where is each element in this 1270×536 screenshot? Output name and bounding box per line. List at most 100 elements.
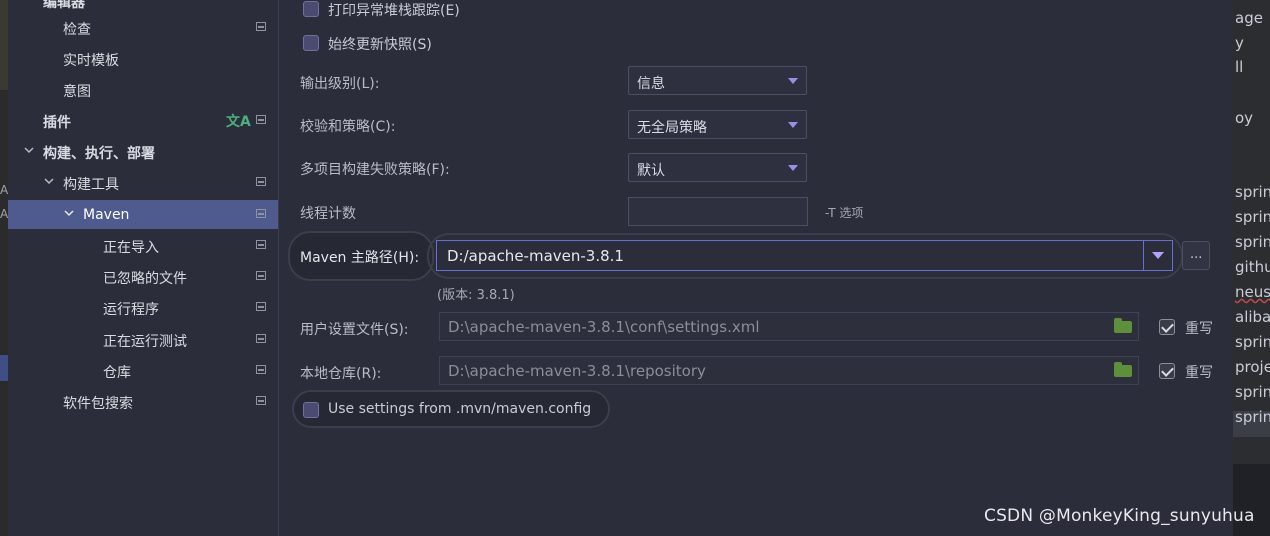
tree-item-ignored-files[interactable]: 已忽略的文件: [8, 262, 278, 291]
tree-item-label: 意图: [63, 84, 91, 100]
tree-item-intentions[interactable]: 意图: [8, 75, 278, 104]
project-level-icon: [256, 177, 266, 186]
maven-version-text: (版本: 3.8.1): [437, 288, 515, 303]
output-level-label: 输出级别(L):: [300, 76, 380, 92]
always-update-snapshots-label: 始终更新快照(S): [328, 37, 432, 53]
tree-item-label: 正在运行测试: [103, 334, 187, 350]
chevron-down-icon[interactable]: [43, 175, 55, 187]
background-code-fragment: oy: [1235, 109, 1254, 127]
background-code-fragment: sprin: [1235, 233, 1270, 251]
project-level-icon: [256, 365, 266, 374]
maven-home-dropdown-button[interactable]: [1143, 241, 1172, 270]
print-stack-traces-label: 打印异常堆栈跟踪(E): [328, 3, 460, 19]
local-repository-override-checkbox[interactable]: [1159, 363, 1175, 379]
tree-item-runner[interactable]: 运行程序: [8, 293, 278, 322]
thread-count-input[interactable]: [628, 197, 808, 226]
print-stack-traces-checkbox[interactable]: [303, 1, 319, 17]
override-label: 重写: [1185, 365, 1213, 381]
tree-item-label: 插件: [43, 115, 71, 131]
background-code-fragment: sprin: [1235, 383, 1270, 401]
settings-sidebar: 编辑器 检查 实时模板 意图 插件 文A 构建、执行、部署 构建工具 Maven: [8, 0, 279, 536]
project-level-icon: [256, 115, 266, 124]
background-code-fragment: githu: [1235, 258, 1270, 276]
tree-item-label: 正在导入: [103, 240, 159, 256]
override-label: 重写: [1185, 321, 1213, 337]
tree-item-repositories[interactable]: 仓库: [8, 356, 278, 385]
tree-item-label: 构建工具: [63, 177, 119, 193]
dropdown-arrow-icon: [1152, 252, 1164, 259]
output-level-value: 信息: [637, 76, 665, 92]
background-code-fragment: y: [1235, 34, 1244, 52]
chevron-down-icon[interactable]: [63, 207, 75, 219]
dropdown-arrow-icon: [788, 165, 798, 171]
always-update-snapshots-checkbox[interactable]: [303, 35, 319, 51]
chevron-down-icon[interactable]: [23, 144, 35, 156]
background-editor-right: age y ll oy sprin sprin sprin githu neus…: [1233, 0, 1270, 536]
local-repository-label: 本地仓库(R):: [300, 366, 382, 382]
tree-item-inspections[interactable]: 检查: [8, 13, 278, 42]
tree-item-running-tests[interactable]: 正在运行测试: [8, 325, 278, 354]
background-editor-left: Al Al: [0, 0, 12, 536]
settings-dialog-screenshot: Al Al 编辑器 检查 实时模板 意图 插件 文A 构建、执行、部署 构建工具: [0, 0, 1270, 536]
mvn-config-checkbox[interactable]: [303, 402, 319, 418]
checksum-policy-value: 无全局策略: [637, 120, 707, 136]
tree-item-label: 实时模板: [63, 53, 119, 69]
project-level-icon: [256, 334, 266, 343]
user-settings-file-value: D:\apache-maven-3.8.1\conf\settings.xml: [448, 318, 760, 336]
folder-icon[interactable]: [1114, 318, 1132, 333]
translate-icon: 文A: [226, 114, 251, 130]
project-level-icon: [256, 240, 266, 249]
tree-item-maven[interactable]: Maven: [8, 200, 278, 229]
tree-item-label: 已忽略的文件: [103, 271, 187, 287]
user-settings-label: 用户设置文件(S):: [300, 322, 409, 338]
background-code-fragment: sprin: [1235, 408, 1270, 426]
tree-item-plugins[interactable]: 插件 文A: [8, 106, 278, 135]
project-level-icon: [256, 22, 266, 31]
tree-item-importing[interactable]: 正在导入: [8, 231, 278, 260]
failure-policy-dropdown[interactable]: 默认: [628, 153, 807, 182]
background-code-fragment: proje: [1235, 358, 1270, 376]
failure-policy-label: 多项目构建失败策略(F):: [300, 162, 450, 178]
maven-settings-panel: 打印异常堆栈跟踪(E) 始终更新快照(S) 输出级别(L): 信息 校验和策略(…: [279, 0, 1233, 536]
background-code-fragment: sprin: [1235, 208, 1270, 226]
background-code-fragment: age: [1235, 9, 1263, 27]
background-code-fragment: neus: [1235, 283, 1270, 301]
maven-home-dropdown[interactable]: D:/apache-maven-3.8.1: [436, 240, 1173, 271]
background-code-fragment: aliba: [1235, 308, 1270, 326]
local-repository-value: D:\apache-maven-3.8.1\repository: [448, 362, 706, 380]
tree-item-build-tools[interactable]: 构建工具: [8, 168, 278, 197]
user-settings-override-checkbox[interactable]: [1159, 319, 1175, 335]
tree-item-label: 软件包搜索: [63, 396, 133, 412]
dropdown-arrow-icon: [788, 122, 798, 128]
project-level-icon: [256, 209, 266, 218]
dropdown-arrow-icon: [788, 78, 798, 84]
browse-maven-home-button[interactable]: ...: [1182, 241, 1210, 270]
thread-count-hint: -T 选项: [825, 206, 864, 220]
tree-item-label: 构建、执行、部署: [43, 146, 155, 162]
maven-home-label: Maven 主路径(H):: [300, 250, 420, 266]
background-code-fragment: ll: [1235, 58, 1244, 76]
tree-item-label: Maven: [83, 207, 130, 223]
project-level-icon: [256, 396, 266, 405]
tree-item-label: 运行程序: [103, 302, 159, 318]
checksum-policy-dropdown[interactable]: 无全局策略: [628, 110, 807, 139]
tree-item-label: 编辑器: [43, 0, 85, 11]
project-level-icon: [256, 271, 266, 280]
background-code-fragment: sprin: [1235, 333, 1270, 351]
background-code-fragment: sprin: [1235, 183, 1270, 201]
tree-item-live-templates[interactable]: 实时模板: [8, 44, 278, 73]
browse-button-label: ...: [1190, 247, 1203, 262]
tree-item-label: 检查: [63, 22, 91, 38]
mvn-config-label: Use settings from .mvn/maven.config: [328, 401, 592, 417]
maven-home-value: D:/apache-maven-3.8.1: [447, 247, 624, 265]
checksum-policy-label: 校验和策略(C):: [300, 119, 396, 135]
tree-item-package-search[interactable]: 软件包搜索: [8, 387, 278, 416]
thread-count-label: 线程计数: [300, 206, 356, 222]
output-level-dropdown[interactable]: 信息: [628, 66, 807, 95]
local-repository-field[interactable]: D:\apache-maven-3.8.1\repository: [439, 356, 1139, 385]
watermark-text: CSDN @MonkeyKing_sunyuhua: [984, 506, 1255, 526]
folder-icon[interactable]: [1114, 362, 1132, 377]
project-level-icon: [256, 302, 266, 311]
tree-item-build-execution-deployment[interactable]: 构建、执行、部署: [8, 137, 278, 166]
user-settings-file-field[interactable]: D:\apache-maven-3.8.1\conf\settings.xml: [439, 312, 1139, 341]
